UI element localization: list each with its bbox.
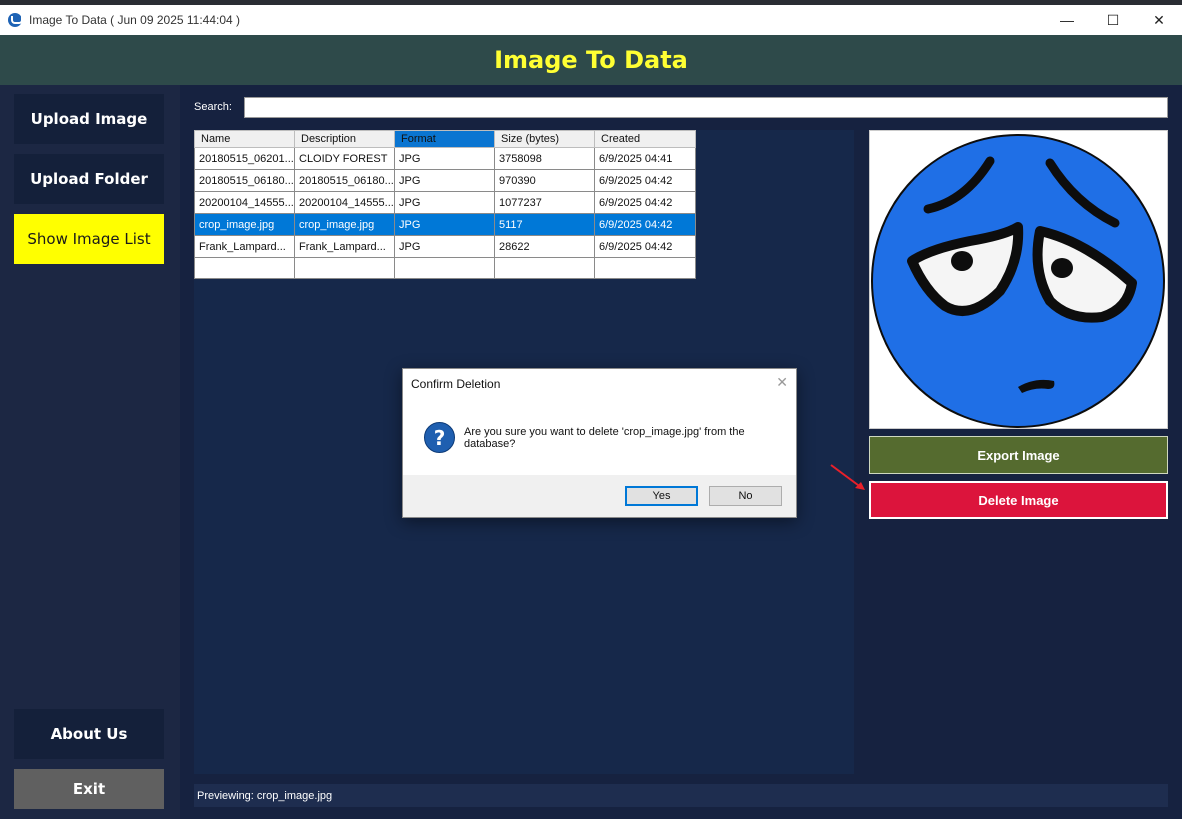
- cell-created: 6/9/2025 04:42: [594, 235, 696, 258]
- table-header-row: Name Description Format Size (bytes) Cre…: [194, 130, 696, 148]
- cell-name: 20180515_06180...: [194, 169, 295, 192]
- table-row[interactable]: 20180515_06201... CLOIDY FOREST JPG 3758…: [194, 147, 696, 170]
- exit-button[interactable]: Exit: [14, 769, 164, 809]
- cell-name: crop_image.jpg: [194, 213, 295, 236]
- cell-description: CLOIDY FOREST: [294, 147, 395, 170]
- column-header-name[interactable]: Name: [194, 130, 295, 148]
- cell-format: JPG: [394, 213, 495, 236]
- cell-size: 1077237: [494, 191, 595, 214]
- window-titlebar: Image To Data ( Jun 09 2025 11:44:04 ) —…: [0, 5, 1182, 35]
- dialog-close-icon[interactable]: ✕: [776, 374, 788, 391]
- cell-created: 6/9/2025 04:41: [594, 147, 696, 170]
- cell-format: JPG: [394, 147, 495, 170]
- cell-format: JPG: [394, 235, 495, 258]
- maximize-button[interactable]: ☐: [1090, 5, 1136, 35]
- cell-created: 6/9/2025 04:42: [594, 169, 696, 192]
- dialog-footer: Yes No: [403, 475, 796, 517]
- app-title: Image To Data: [494, 46, 688, 74]
- column-header-size[interactable]: Size (bytes): [494, 130, 595, 148]
- empty-cell[interactable]: [194, 257, 295, 279]
- sidebar: Upload Image Upload Folder Show Image Li…: [0, 85, 180, 819]
- cell-size: 5117: [494, 213, 595, 236]
- search-label: Search:: [194, 101, 232, 113]
- red-arrow-annotation: [830, 464, 865, 490]
- empty-cell[interactable]: [294, 257, 395, 279]
- column-header-created[interactable]: Created: [594, 130, 696, 148]
- delete-image-button[interactable]: Delete Image: [869, 481, 1168, 519]
- table-row[interactable]: Frank_Lampard... Frank_Lampard... JPG 28…: [194, 235, 696, 258]
- cell-format: JPG: [394, 169, 495, 192]
- column-header-description[interactable]: Description: [294, 130, 395, 148]
- question-icon: ?: [424, 422, 455, 453]
- cell-format: JPG: [394, 191, 495, 214]
- cell-name: 20200104_14555...: [194, 191, 295, 214]
- empty-cell[interactable]: [594, 257, 696, 279]
- close-window-button[interactable]: ✕: [1136, 5, 1182, 35]
- cell-description: 20200104_14555...: [294, 191, 395, 214]
- yes-button[interactable]: Yes: [625, 486, 698, 506]
- app-icon: [8, 13, 23, 27]
- no-button[interactable]: No: [709, 486, 782, 506]
- sad-blue-face-image: [871, 134, 1165, 428]
- empty-cell[interactable]: [494, 257, 595, 279]
- minimize-button[interactable]: —: [1044, 5, 1090, 35]
- cell-name: Frank_Lampard...: [194, 235, 295, 258]
- export-image-button[interactable]: Export Image: [869, 436, 1168, 474]
- table-new-row[interactable]: [194, 257, 696, 279]
- upload-folder-button[interactable]: Upload Folder: [14, 154, 164, 204]
- cell-created: 6/9/2025 04:42: [594, 213, 696, 236]
- window-controls: — ☐ ✕: [1044, 5, 1182, 35]
- window-title: Image To Data ( Jun 09 2025 11:44:04 ): [29, 13, 241, 27]
- table-row[interactable]: 20200104_14555... 20200104_14555... JPG …: [194, 191, 696, 214]
- cell-size: 970390: [494, 169, 595, 192]
- search-input[interactable]: [244, 97, 1168, 118]
- column-header-format[interactable]: Format: [394, 130, 495, 148]
- about-us-button[interactable]: About Us: [14, 709, 164, 759]
- upload-image-button[interactable]: Upload Image: [14, 94, 164, 144]
- cell-created: 6/9/2025 04:42: [594, 191, 696, 214]
- status-bar: Previewing: crop_image.jpg: [194, 784, 1168, 807]
- dialog-title: Confirm Deletion: [411, 377, 501, 391]
- show-image-list-button[interactable]: Show Image List: [14, 214, 164, 264]
- cell-description: crop_image.jpg: [294, 213, 395, 236]
- dialog-message: Are you sure you want to delete 'crop_im…: [464, 426, 745, 450]
- status-text: Previewing: crop_image.jpg: [197, 789, 333, 802]
- cell-description: 20180515_06180...: [294, 169, 395, 192]
- confirm-deletion-dialog: Confirm Deletion ✕ ? Are you sure you wa…: [402, 368, 797, 518]
- table-row[interactable]: 20180515_06180... 20180515_06180... JPG …: [194, 169, 696, 192]
- cell-size: 3758098: [494, 147, 595, 170]
- cell-name: 20180515_06201...: [194, 147, 295, 170]
- app-header: Image To Data: [0, 35, 1182, 85]
- cell-size: 28622: [494, 235, 595, 258]
- empty-cell[interactable]: [394, 257, 495, 279]
- table-row-selected[interactable]: crop_image.jpg crop_image.jpg JPG 5117 6…: [194, 213, 696, 236]
- cell-description: Frank_Lampard...: [294, 235, 395, 258]
- image-table: Name Description Format Size (bytes) Cre…: [194, 130, 696, 279]
- image-preview: [869, 130, 1168, 429]
